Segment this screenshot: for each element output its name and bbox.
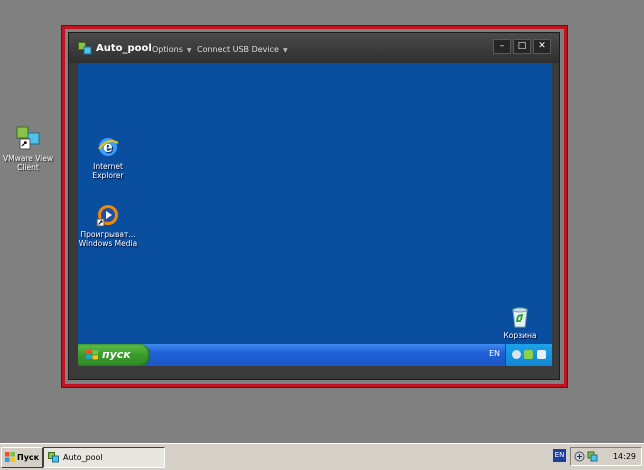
connect-usb-device-menu[interactable]: Connect USB Device ▼ [197,45,288,54]
connect-usb-menu-label: Connect USB Device [197,45,279,54]
guest-language-indicator[interactable]: EN [489,349,500,358]
network-icon[interactable] [512,350,521,359]
client-titlebar[interactable]: Auto_pool Options ▼ Connect USB Device ▼ –… [69,33,559,63]
chevron-down-icon: ▼ [282,47,288,54]
windows-logo-icon [86,349,98,360]
guest-icon-recycle-bin[interactable]: Корзина [494,306,546,340]
vmware-tools-icon[interactable] [587,451,598,462]
options-menu[interactable]: Options ▼ [152,45,192,54]
guest-icon-label: Корзина [503,331,537,340]
guest-start-button[interactable]: пуск [78,344,150,366]
taskbar-button-label: Auto_pool [63,453,103,462]
pool-name: Auto_pool [96,43,152,54]
vmware-tools-icon[interactable] [524,350,533,359]
host-system-tray: 14:29 [570,447,642,466]
vmware-view-icon [48,452,59,463]
display-icon[interactable] [537,350,546,359]
guest-desktop[interactable]: e Internet Explorer Проигрыват... Window… [78,63,552,366]
vmware-view-icon [78,42,92,55]
desktop-icon-label: VMware View Client [2,154,54,172]
host-language-indicator[interactable]: EN [553,449,566,462]
host-start-label: Пуск [17,453,40,462]
recycle-bin-icon [510,306,530,328]
network-icon[interactable] [574,451,585,462]
guest-icon-label: Internet Explorer [92,162,124,180]
windows-media-player-icon [96,203,120,227]
options-menu-label: Options [152,45,183,54]
host-start-button[interactable]: Пуск [1,447,43,468]
host-taskbar: Пуск Auto_pool EN 14:29 [0,443,644,470]
windows-logo-icon [5,452,15,462]
guest-start-label: пуск [102,348,131,361]
guest-taskbar: пуск EN [78,344,552,366]
chevron-down-icon: ▼ [186,47,192,54]
close-button[interactable]: ✕ [533,39,551,54]
taskbar-button-auto-pool[interactable]: Auto_pool [43,447,165,468]
guest-system-tray [505,344,552,366]
maximize-button[interactable]: □ [513,39,531,54]
guest-icon-label: Проигрыват... Windows Media [78,230,138,248]
vmware-client-window: Auto_pool Options ▼ Connect USB Device ▼ –… [68,32,560,380]
guest-icon-internet-explorer[interactable]: e Internet Explorer [82,135,134,180]
clock: 14:29 [612,452,636,461]
minimize-button[interactable]: – [493,39,511,54]
guest-icon-windows-media-player[interactable]: Проигрыват... Windows Media [78,203,138,248]
desktop-icon-vmware-view-client[interactable]: VMware View Client [2,125,54,172]
vmware-view-client-icon [15,125,41,151]
internet-explorer-icon: e [96,135,120,159]
